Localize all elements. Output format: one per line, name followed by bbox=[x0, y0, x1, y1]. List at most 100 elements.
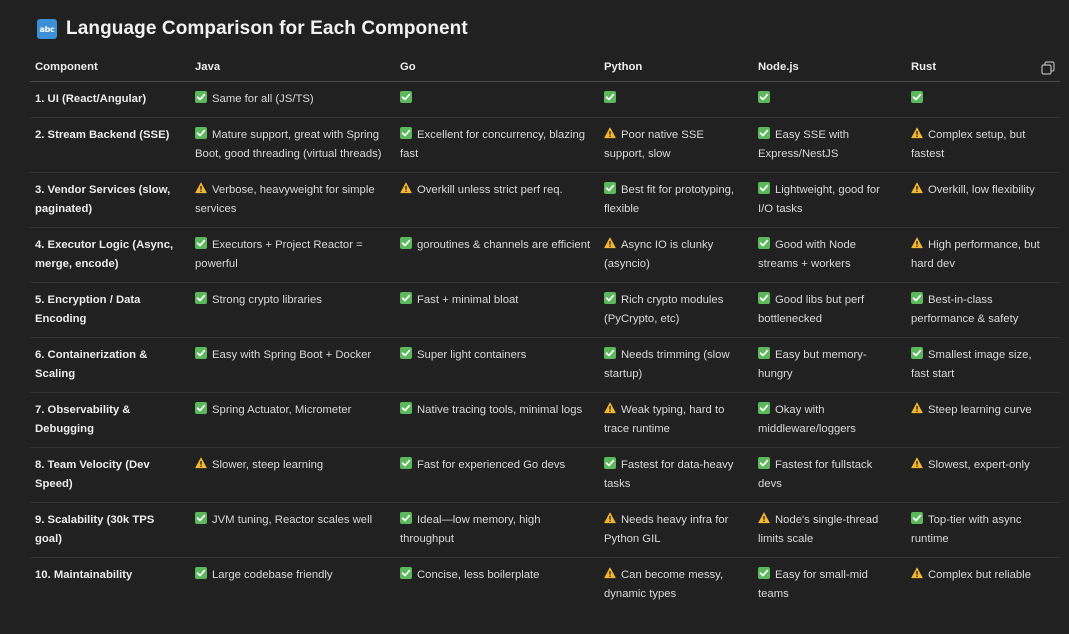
warning-sign-icon bbox=[604, 402, 616, 414]
cell-text: Overkill, low flexibility bbox=[928, 184, 1035, 196]
cell-text: Excellent for concurrency, blazing fast bbox=[400, 129, 586, 160]
component-cell: 7. Observability & Debugging bbox=[30, 392, 190, 448]
language-cell: Super light containers bbox=[395, 337, 599, 393]
warning-sign-icon bbox=[758, 512, 770, 524]
check-mark-button-icon bbox=[400, 127, 412, 139]
page-heading: abc Language Comparison for Each Compone… bbox=[37, 18, 468, 40]
language-cell: Mature support, great with Spring Boot, … bbox=[190, 117, 395, 173]
cell-text: Mature support, great with Spring Boot, … bbox=[195, 129, 382, 160]
warning-sign-icon bbox=[400, 182, 412, 194]
language-cell: JVM tuning, Reactor scales well bbox=[190, 502, 395, 558]
component-cell: 2. Stream Backend (SSE) bbox=[30, 117, 190, 173]
language-cell: Verbose, heavyweight for simple services bbox=[190, 172, 395, 228]
language-cell: Rich crypto modules (PyCrypto, etc) bbox=[599, 282, 753, 338]
check-mark-button-icon bbox=[195, 402, 207, 414]
check-mark-button-icon bbox=[911, 292, 923, 304]
warning-sign-icon bbox=[911, 237, 923, 249]
cell-text: Good with Node streams + workers bbox=[758, 239, 857, 270]
language-cell: Async IO is clunky (asyncio) bbox=[599, 227, 753, 283]
check-mark-button-icon bbox=[604, 347, 616, 359]
comparison-table: Component Java Go Python Node.js Rust 1.… bbox=[30, 54, 1060, 612]
language-cell: Can become messy, dynamic types bbox=[599, 558, 753, 613]
language-cell: Fastest for fullstack devs bbox=[753, 447, 906, 503]
check-mark-button-icon bbox=[195, 127, 207, 139]
component-cell: 3. Vendor Services (slow, paginated) bbox=[30, 172, 190, 228]
check-mark-button-icon bbox=[604, 457, 616, 469]
language-cell: Large codebase friendly bbox=[190, 558, 395, 613]
check-mark-button-icon bbox=[604, 91, 616, 103]
cell-text: Poor native SSE support, slow bbox=[604, 129, 704, 160]
language-cell: Complex but reliable bbox=[906, 558, 1060, 613]
table-header-row: Component Java Go Python Node.js Rust bbox=[30, 54, 1060, 82]
language-cell bbox=[906, 81, 1060, 118]
warning-sign-icon bbox=[911, 127, 923, 139]
table-row: 7. Observability & Debugging Spring Actua… bbox=[30, 392, 1060, 448]
check-mark-button-icon bbox=[195, 567, 207, 579]
column-header: Java bbox=[190, 54, 395, 82]
language-cell: Easy for small-mid teams bbox=[753, 558, 906, 613]
check-mark-button-icon bbox=[195, 91, 207, 103]
cell-text: Good libs but perf bottlenecked bbox=[758, 294, 865, 325]
page-title: Language Comparison for Each Component bbox=[66, 18, 468, 39]
check-mark-button-icon bbox=[400, 91, 412, 103]
check-mark-button-icon bbox=[911, 91, 923, 103]
warning-sign-icon bbox=[604, 127, 616, 139]
check-mark-button-icon bbox=[758, 182, 770, 194]
check-mark-button-icon bbox=[758, 457, 770, 469]
warning-sign-icon bbox=[195, 182, 207, 194]
cell-text: Needs trimming (slow startup) bbox=[604, 349, 730, 380]
language-cell: Fast + minimal bloat bbox=[395, 282, 599, 338]
language-cell: Excellent for concurrency, blazing fast bbox=[395, 117, 599, 173]
language-cell: Overkill, low flexibility bbox=[906, 172, 1060, 228]
check-mark-button-icon bbox=[400, 512, 412, 524]
language-cell: Ideal—low memory, high throughput bbox=[395, 502, 599, 558]
table-row: 3. Vendor Services (slow, paginated) Verb… bbox=[30, 172, 1060, 228]
check-mark-button-icon bbox=[911, 512, 923, 524]
language-cell: Same for all (JS/TS) bbox=[190, 81, 395, 118]
cell-text: Fastest for data-heavy tasks bbox=[604, 459, 734, 490]
component-cell: 9. Scalability (30k TPS goal) bbox=[30, 502, 190, 558]
table-row: 4. Executor Logic (Async, merge, encode)… bbox=[30, 227, 1060, 283]
check-mark-button-icon bbox=[400, 402, 412, 414]
cell-text: High performance, but hard dev bbox=[911, 239, 1040, 270]
language-cell: Steep learning curve bbox=[906, 392, 1060, 448]
check-mark-button-icon bbox=[758, 237, 770, 249]
check-mark-button-icon bbox=[758, 347, 770, 359]
cell-text: Easy but memory-hungry bbox=[758, 349, 867, 380]
cell-text: Slowest, expert-only bbox=[928, 459, 1030, 471]
check-mark-button-icon bbox=[758, 402, 770, 414]
language-cell: Slower, steep learning bbox=[190, 447, 395, 503]
language-cell: Overkill unless strict perf req. bbox=[395, 172, 599, 228]
check-mark-button-icon bbox=[400, 567, 412, 579]
language-cell: Weak typing, hard to trace runtime bbox=[599, 392, 753, 448]
language-cell: Good with Node streams + workers bbox=[753, 227, 906, 283]
cell-text: goroutines & channels are efficient bbox=[417, 239, 591, 251]
check-mark-button-icon bbox=[758, 127, 770, 139]
language-cell: Fast for experienced Go devs bbox=[395, 447, 599, 503]
cell-text: Easy for small-mid teams bbox=[758, 569, 868, 600]
warning-sign-icon bbox=[911, 457, 923, 469]
cell-text: Spring Actuator, Micrometer bbox=[212, 404, 352, 416]
warning-sign-icon bbox=[604, 512, 616, 524]
check-mark-button-icon bbox=[758, 292, 770, 304]
language-cell: Strong crypto libraries bbox=[190, 282, 395, 338]
warning-sign-icon bbox=[911, 567, 923, 579]
table-row: 6. Containerization & Scaling Easy with S… bbox=[30, 337, 1060, 393]
language-cell: Top-tier with async runtime bbox=[906, 502, 1060, 558]
cell-text: Same for all (JS/TS) bbox=[212, 93, 314, 105]
cell-text: Needs heavy infra for Python GIL bbox=[604, 514, 729, 545]
warning-sign-icon bbox=[195, 457, 207, 469]
cell-text: Can become messy, dynamic types bbox=[604, 569, 724, 600]
cell-text: Complex but reliable bbox=[928, 569, 1031, 581]
cell-text: Executors + Project Reactor = powerful bbox=[195, 239, 363, 270]
warning-sign-icon bbox=[604, 567, 616, 579]
check-mark-button-icon bbox=[195, 292, 207, 304]
language-cell: Needs trimming (slow startup) bbox=[599, 337, 753, 393]
cell-text: Rich crypto modules (PyCrypto, etc) bbox=[604, 294, 724, 325]
cell-text: Steep learning curve bbox=[928, 404, 1032, 416]
language-cell: Slowest, expert-only bbox=[906, 447, 1060, 503]
column-header: Rust bbox=[906, 54, 1060, 82]
language-cell: Best-in-class performance & safety bbox=[906, 282, 1060, 338]
language-cell: Fastest for data-heavy tasks bbox=[599, 447, 753, 503]
language-cell: Easy but memory-hungry bbox=[753, 337, 906, 393]
